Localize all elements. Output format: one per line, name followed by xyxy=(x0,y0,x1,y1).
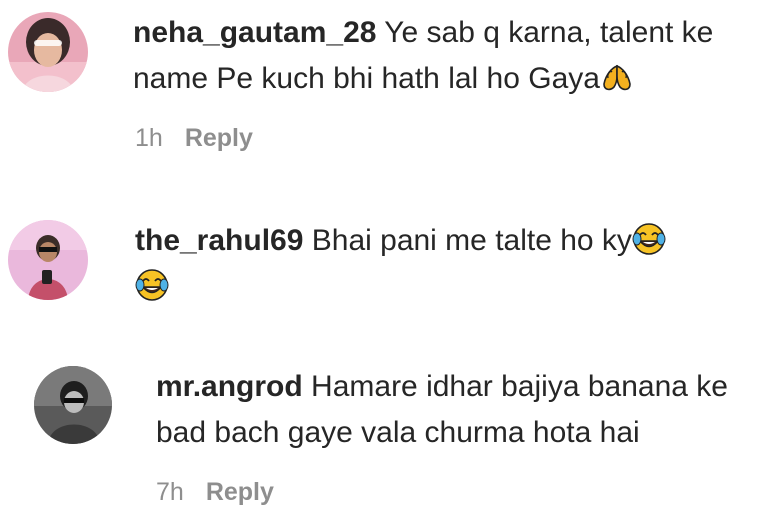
avatar[interactable] xyxy=(34,366,112,444)
comment-text: the_rahul69 Bhai pani me talte ho ky xyxy=(135,218,755,310)
face-with-tears-of-joy-icon xyxy=(632,222,666,256)
reply-button[interactable]: Reply xyxy=(206,478,274,506)
comment-text: mr.angrod Hamare idhar bajiya banana ke … xyxy=(156,364,756,456)
folded-hands-icon xyxy=(600,60,634,94)
comment-username[interactable]: neha_gautam_28 xyxy=(133,16,376,49)
avatar[interactable] xyxy=(8,12,88,92)
comment-meta: 1h Reply xyxy=(135,124,253,153)
comment-timestamp: 7h xyxy=(156,478,184,506)
comment-username[interactable]: the_rahul69 xyxy=(135,224,303,257)
reply-button[interactable]: Reply xyxy=(185,124,253,152)
comment-body: Bhai pani me talte ho ky xyxy=(311,224,632,257)
comment-username[interactable]: mr.angrod xyxy=(156,370,303,403)
comment-text: neha_gautam_28 Ye sab q karna, talent ke… xyxy=(133,10,753,102)
face-with-tears-of-joy-icon xyxy=(135,268,169,302)
comment-timestamp: 1h xyxy=(135,124,163,152)
avatar[interactable] xyxy=(8,220,88,300)
comment-meta: 7h Reply xyxy=(156,478,274,507)
